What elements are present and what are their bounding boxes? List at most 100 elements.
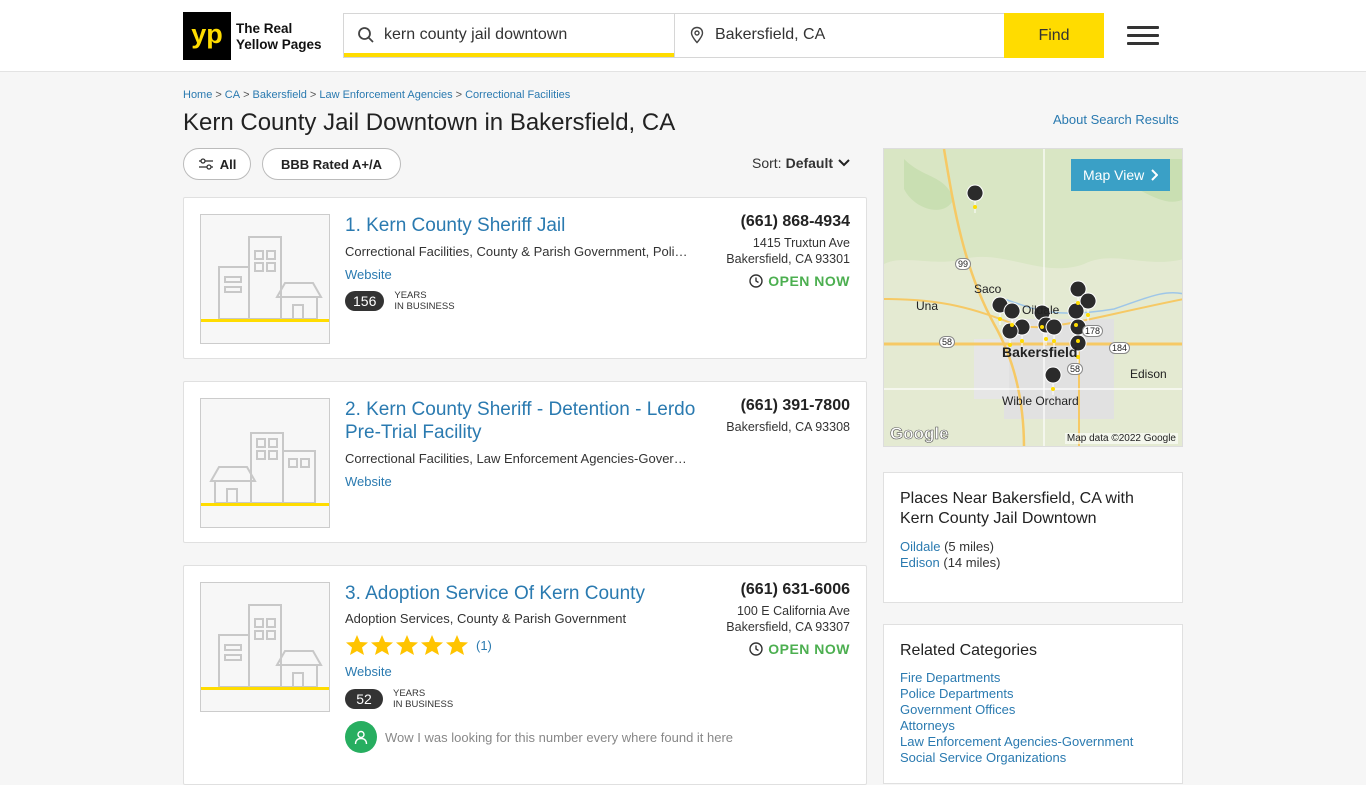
open-status-label: OPEN NOW <box>768 641 850 657</box>
street-address: 1415 Truxtun Ave <box>752 236 850 250</box>
related-category-link[interactable]: Social Service Organizations <box>900 750 1133 766</box>
category-link[interactable]: Correctional Facilities <box>345 451 469 466</box>
website-link[interactable]: Website <box>345 267 392 282</box>
related-category-link[interactable]: Attorneys <box>900 718 1133 734</box>
business-placeholder-image[interactable] <box>200 582 330 712</box>
phone-number[interactable]: (661) 868-4934 <box>741 213 850 231</box>
map-view-button[interactable]: Map View <box>1071 159 1171 191</box>
related-category-link[interactable]: Fire Departments <box>900 670 1133 686</box>
list-item: Oildale (5 miles) <box>900 539 1000 555</box>
related-category-link[interactable]: Law Enforcement Agencies-Government <box>900 734 1133 750</box>
search-what-field <box>344 14 674 57</box>
related-category-link[interactable]: Police Departments <box>900 686 1133 702</box>
years-label-line-1: YEARS <box>393 688 426 699</box>
years-label-line-2: IN BUSINESS <box>393 699 454 710</box>
place-distance: (5 miles) <box>944 539 994 554</box>
website-link[interactable]: Website <box>345 474 392 489</box>
breadcrumb: Home > CA > Bakersfield > Law Enforcement Agen… <box>183 89 571 101</box>
breadcrumb-home[interactable]: Home <box>183 89 212 101</box>
review-snippet[interactable]: Wow I was looking for this number every … <box>345 721 733 753</box>
star-icon <box>446 635 468 655</box>
sort-value: Default <box>785 155 834 171</box>
logo-wordmark[interactable]: The Real Yellow Pages <box>236 21 322 53</box>
related-categories-panel: Related Categories Fire Departments Poli… <box>883 624 1183 784</box>
business-categories: Adoption Services, County & Parish Gover… <box>345 611 690 626</box>
years-in-business-badge: 156 YEARS IN BUSINESS <box>345 290 455 312</box>
route-99-shield: 99 <box>955 258 972 270</box>
results-map[interactable]: Map View Saco Una Oildale Bakersfield Ed… <box>883 148 1183 447</box>
years-label: YEARS IN BUSINESS <box>393 688 453 710</box>
business-placeholder-image[interactable] <box>200 214 330 344</box>
category-link[interactable]: Law Enforcement Agencies-Government <box>477 451 691 466</box>
logo-line-1: The Real <box>236 21 293 36</box>
business-address: 100 E California Ave Bakersfield, CA 933… <box>726 603 850 635</box>
star-icon <box>396 635 418 655</box>
location-input[interactable] <box>715 24 995 46</box>
building-icon <box>201 432 329 506</box>
filter-bbb-button[interactable]: BBB Rated A+/A <box>262 148 401 180</box>
page-title: Kern County Jail Downtown in Bakersfield… <box>183 109 676 136</box>
phone-number[interactable]: (661) 391-7800 <box>741 397 850 415</box>
breadcrumb-correctional[interactable]: Correctional Facilities <box>465 89 570 101</box>
business-name-link[interactable]: 1. Kern County Sheriff Jail <box>345 214 705 237</box>
open-status: OPEN NOW <box>749 641 850 657</box>
years-label: YEARS IN BUSINESS <box>394 290 454 312</box>
find-button[interactable]: Find <box>1004 13 1104 58</box>
map-view-label: Map View <box>1083 167 1145 183</box>
user-icon <box>354 730 368 745</box>
category-separator: , <box>645 244 653 259</box>
map-label-edison: Edison <box>1130 367 1167 381</box>
category-link[interactable]: County & Parish Government <box>477 244 646 259</box>
related-category-link[interactable]: Government Offices <box>900 702 1133 718</box>
search-form: Find <box>343 13 1104 58</box>
phone-number[interactable]: (661) 631-6006 <box>741 581 850 599</box>
category-link[interactable]: Police Departments <box>653 244 690 259</box>
star-icon <box>371 635 393 655</box>
breadcrumb-ca[interactable]: CA <box>225 89 240 101</box>
rating-count[interactable]: (1) <box>476 638 492 653</box>
years-label-line-1: YEARS <box>394 290 427 301</box>
search-input[interactable] <box>384 24 664 46</box>
business-categories: Correctional Facilities, Law Enforcement… <box>345 451 690 466</box>
business-address: 1415 Truxtun Ave Bakersfield, CA 93301 <box>726 235 850 267</box>
places-near-title: Places Near Bakersfield, CA with Kern Co… <box>900 490 1134 527</box>
open-status: OPEN NOW <box>749 273 850 289</box>
category-link[interactable]: Adoption Services <box>345 611 450 626</box>
filter-all-button[interactable]: All <box>183 148 251 180</box>
business-name-link[interactable]: 3. Adoption Service Of Kern County <box>345 582 705 605</box>
related-categories-list: Fire Departments Police Departments Gove… <box>900 670 1133 766</box>
result-card-3: 3. Adoption Service Of Kern County Adopt… <box>183 565 867 785</box>
years-label-line-2: IN BUSINESS <box>394 301 455 312</box>
category-separator: , <box>469 451 477 466</box>
places-near-list: Oildale (5 miles) Edison (14 miles) <box>900 539 1000 571</box>
review-snippet-text: Wow I was looking for this number every … <box>385 729 734 745</box>
star-rating[interactable]: (1) <box>345 634 492 656</box>
city-state-zip: Bakersfield, CA 93308 <box>726 420 850 434</box>
breadcrumb-bakersfield[interactable]: Bakersfield <box>253 89 307 101</box>
place-link-edison[interactable]: Edison <box>900 555 940 570</box>
map-label-oildale: Oildale <box>1022 303 1060 317</box>
clock-icon <box>749 274 763 288</box>
yp-logo[interactable]: yp <box>183 12 231 60</box>
place-link-oildale[interactable]: Oildale <box>900 539 940 554</box>
result-card-2: 2. Kern County Sheriff - Detention - Ler… <box>183 381 867 543</box>
filter-all-label: All <box>219 156 237 172</box>
city-state-zip: Bakersfield, CA 93307 <box>726 620 850 634</box>
business-placeholder-image[interactable] <box>200 398 330 528</box>
sort-dropdown[interactable]: Sort: Default <box>752 155 851 171</box>
category-link[interactable]: County & Parish Government <box>457 611 626 626</box>
user-avatar <box>345 721 377 753</box>
route-58-shield-south: 58 <box>1067 363 1084 375</box>
places-near-panel: Places Near Bakersfield, CA with Kern Co… <box>883 472 1183 603</box>
category-link[interactable]: Correctional Facilities <box>345 244 469 259</box>
map-credit[interactable]: Map data ©2022 Google <box>1064 433 1178 444</box>
hamburger-menu-icon[interactable] <box>1127 26 1159 46</box>
years-count: 52 <box>345 689 383 709</box>
building-icon <box>201 604 329 690</box>
website-link[interactable]: Website <box>345 664 392 679</box>
result-card-1: 1. Kern County Sheriff Jail Correctional… <box>183 197 867 359</box>
breadcrumb-law-enforcement[interactable]: Law Enforcement Agencies <box>319 89 452 101</box>
business-name-link[interactable]: 2. Kern County Sheriff - Detention - Ler… <box>345 398 705 444</box>
about-search-results-link[interactable]: About Search Results <box>1053 112 1179 127</box>
map-label-bakersfield: Bakersfield <box>1002 344 1078 360</box>
